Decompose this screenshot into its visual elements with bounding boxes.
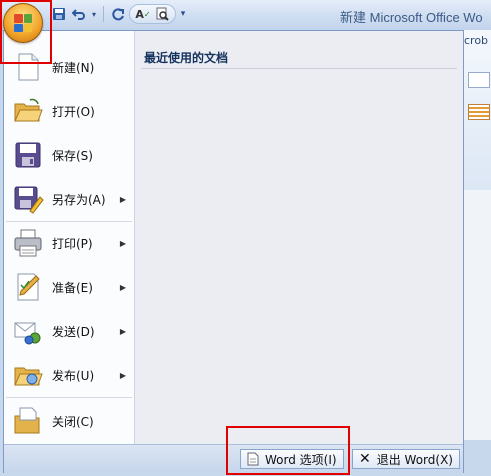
menu-item-print[interactable]: 打印(P) ▶ [4,223,134,263]
menu-item-label: 发布(U) [52,368,95,383]
send-icon [14,322,41,345]
repeat-icon[interactable] [109,5,127,23]
menu-footer: Word 选项(I) ✕ 退出 Word(X) [4,444,463,473]
menu-item-label: 保存(S) [52,148,93,163]
submenu-arrow-icon: ▶ [119,194,126,204]
submenu-arrow-icon: ▶ [119,238,126,248]
recent-documents-divider [141,68,457,69]
toolbar-separator [103,6,104,22]
submenu-arrow-icon: ▶ [119,282,126,292]
dropdown-icon[interactable]: ▾ [90,5,98,23]
menu-separator [6,397,132,398]
window-title: 新建 Microsoft Office Wo [340,10,483,25]
prepare-icon [17,273,40,301]
menu-item-open[interactable]: 打开(O) [4,91,134,131]
menu-item-close[interactable]: 关闭(C) [4,401,134,441]
quick-access-toolbar: ▾ A ✓ ▾ [50,4,188,24]
menu-item-save-as[interactable]: 另存为(A) ▶ [4,179,134,219]
close-icon: ✕ [359,451,371,467]
submenu-arrow-icon: ▶ [119,370,126,380]
menu-item-label: 新建(N) [52,60,95,75]
print-preview-icon[interactable] [153,5,171,23]
menu-item-publish[interactable]: 发布(U) ▶ [4,355,134,395]
list-style-icon[interactable] [468,72,490,88]
recent-documents-title: 最近使用的文档 [144,51,229,65]
menu-item-save[interactable]: 保存(S) [4,135,134,175]
menu-item-label: 另存为(A) [52,192,106,207]
menu-item-label: 发送(D) [52,324,95,339]
publish-icon [14,367,43,386]
menu-item-label: 关闭(C) [52,414,94,429]
recent-documents-pane: 最近使用的文档 [135,31,463,444]
customize-qat-icon[interactable]: ▾ [178,5,188,23]
word-options-label: Word 选项(I) [265,452,337,467]
menu-item-label: 准备(E) [52,280,93,295]
office-logo-icon [14,14,32,32]
exit-word-label: 退出 Word(X) [376,452,453,467]
close-document-icon [14,407,40,434]
save-disk-icon [15,142,41,168]
spell-check-icon[interactable]: A ✓ [134,5,152,23]
ribbon-tab-fragment[interactable]: crob [464,34,488,47]
new-document-icon [18,53,39,81]
save-as-icon [14,186,44,214]
ribbon-peek: crob [463,30,491,190]
title-bar: ▾ A ✓ ▾ 新建 Microsoft Office Wo [0,0,491,31]
office-menu: 新建(N) 打开(O) 保存(S) 另存为(A) ▶ 打印(P) ▶ 准备(E)… [3,30,464,473]
menu-item-send[interactable]: 发送(D) ▶ [4,311,134,351]
open-folder-icon [14,98,43,122]
shading-icon[interactable] [468,104,490,120]
menu-separator [6,221,132,222]
save-icon[interactable] [50,5,68,23]
document-area [463,190,491,440]
menu-commands-pane: 新建(N) 打开(O) 保存(S) 另存为(A) ▶ 打印(P) ▶ 准备(E)… [4,31,135,444]
undo-icon[interactable] [70,5,88,23]
exit-word-button[interactable]: ✕ 退出 Word(X) [352,449,460,469]
options-document-icon [247,452,259,466]
menu-item-new[interactable]: 新建(N) [4,47,134,87]
submenu-arrow-icon: ▶ [119,326,126,336]
word-options-button[interactable]: Word 选项(I) [240,449,344,469]
menu-item-prepare[interactable]: 准备(E) ▶ [4,267,134,307]
qat-pill-group: A ✓ [129,4,176,24]
office-button[interactable] [3,3,43,43]
menu-item-label: 打开(O) [52,104,95,119]
printer-icon [14,229,42,257]
menu-item-label: 打印(P) [52,236,93,251]
